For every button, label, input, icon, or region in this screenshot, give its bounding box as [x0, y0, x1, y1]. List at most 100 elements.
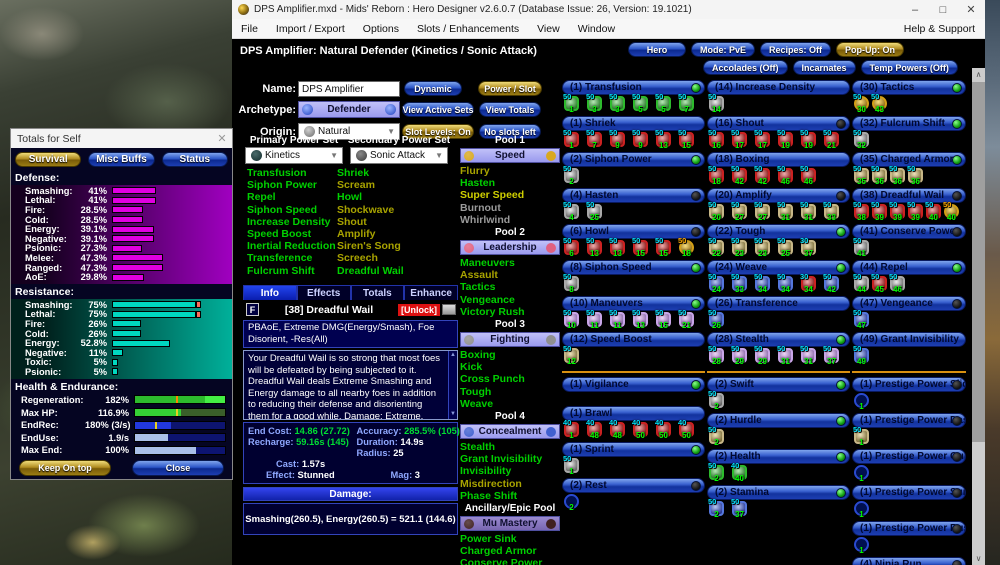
enhancement-slot[interactable]: 50 28	[708, 344, 724, 366]
enhancement-slot[interactable]: 50 16	[708, 128, 724, 150]
enhancement-slot[interactable]: 50 34	[777, 272, 793, 294]
enhancement-slot[interactable]: 50 19	[800, 128, 816, 150]
power-item-flurry[interactable]: Flurry	[460, 165, 560, 177]
power-item-siphon-speed[interactable]: Siphon Speed	[247, 204, 336, 216]
power-item-invisibility[interactable]: Invisibility	[460, 465, 560, 477]
power-bar[interactable]: (44) Repel	[852, 260, 966, 275]
scrollbar-up-icon[interactable]: ∧	[972, 68, 985, 81]
enhancement-slot[interactable]: 50 27	[731, 200, 747, 222]
enhancement-slot[interactable]: 50 42	[754, 164, 770, 186]
enhancement-slot[interactable]: 50 1	[563, 128, 579, 150]
power-item-tactics[interactable]: Tactics	[460, 281, 560, 293]
secondary-set-select[interactable]: Sonic Attack ▼	[350, 147, 448, 164]
mode-pve-button[interactable]: Mode: PvE	[691, 42, 756, 57]
tab-info[interactable]: Info	[243, 285, 297, 300]
enhancement-slot[interactable]: 50 31	[800, 200, 816, 222]
enhancement-slot[interactable]: 50 20	[708, 200, 724, 222]
power-bar[interactable]: (2) Health	[707, 449, 850, 464]
enhancement-slot[interactable]: 50 12	[563, 344, 579, 366]
enhancement-slot[interactable]: 40 50	[655, 418, 671, 440]
enhancement-slot[interactable]: 50 2	[708, 389, 724, 411]
pool-select-speed[interactable]: Speed	[460, 148, 560, 163]
enhancement-slot[interactable]: 50 13	[632, 308, 648, 330]
enhancement-slot[interactable]: 50 19	[777, 128, 793, 150]
power-item-grant-invisibility[interactable]: Grant Invisibility	[460, 453, 560, 465]
enhancement-slot[interactable]: 50 24	[708, 272, 724, 294]
enhancement-slot[interactable]: 50 15	[632, 236, 648, 258]
enhancement-slot[interactable]: 50 46	[889, 272, 905, 294]
enhancement-slot[interactable]: 40 50	[678, 418, 694, 440]
tab-enhance[interactable]: Enhance	[404, 285, 458, 300]
power-item-shriek[interactable]: Shriek	[337, 167, 404, 179]
incarnates-button[interactable]: Incarnates	[792, 60, 856, 75]
menu-view[interactable]: View	[528, 23, 569, 35]
primary-set-select[interactable]: Kinetics ▼	[245, 147, 343, 164]
enhancement-slot[interactable]: 50 31	[800, 344, 816, 366]
enhancement-slot[interactable]: 50 36	[907, 164, 923, 186]
enhancement-slot[interactable]: 50 22	[708, 236, 724, 258]
description-scrollbar[interactable]: ▲ ▼	[448, 351, 457, 419]
enhancement-slot[interactable]: 50 39	[889, 200, 905, 222]
enhancement-slot[interactable]: 50 30	[853, 92, 869, 114]
totals-tab-misc-buffs[interactable]: Misc Buffs	[88, 152, 155, 167]
power-item-conserve-power[interactable]: Conserve Power	[460, 557, 560, 565]
app-scrollbar[interactable]: ∧ ∨	[972, 68, 985, 565]
power-item-siren-s-song[interactable]: Siren's Song	[337, 240, 404, 252]
enhancement-slot[interactable]: 50 4	[563, 200, 579, 222]
enhancement-slot[interactable]: 50 1	[563, 92, 579, 114]
enhancement-slot[interactable]: 50 2	[708, 497, 724, 519]
enhancement-slot[interactable]: 50 2	[563, 164, 579, 186]
power-bar[interactable]: (1) Prestige Power Quick	[852, 449, 966, 464]
power-bar[interactable]: (2) Swift	[707, 377, 850, 392]
power-item-charged-armor[interactable]: Charged Armor	[460, 545, 560, 557]
power-bar[interactable]: (26) Transference	[707, 296, 850, 311]
power-item-speed-boost[interactable]: Speed Boost	[247, 228, 336, 240]
power-bar[interactable]: (2) Stamina	[707, 485, 850, 500]
enhancement-slot[interactable]: 50 23	[731, 236, 747, 258]
power-bar[interactable]: (32) Fulcrum Shift	[852, 116, 966, 131]
enhancement-slot[interactable]: 50 29	[754, 344, 770, 366]
scrollbar-down-icon[interactable]: ∨	[972, 552, 985, 565]
power-item-increase-density[interactable]: Increase Density	[247, 216, 336, 228]
enhancement-slot[interactable]: 50 15	[678, 128, 694, 150]
enhancement-slot[interactable]: 50 42	[731, 164, 747, 186]
enhancement-slot[interactable]: 50 13	[609, 236, 625, 258]
power-item-assault[interactable]: Assault	[460, 269, 560, 281]
power-item-dreadful-wail[interactable]: Dreadful Wail	[337, 265, 404, 277]
power-item-hasten[interactable]: Hasten	[460, 177, 560, 189]
enhancement-slot[interactable]: 50 18	[678, 236, 694, 258]
enhancement-slot[interactable]: 50 25	[586, 200, 602, 222]
power-item-shockwave[interactable]: Shockwave	[337, 204, 404, 216]
enhancement-slot[interactable]: 50 7	[586, 128, 602, 150]
menu-file[interactable]: File	[232, 23, 267, 35]
enhancement-slot[interactable]: 50 44	[853, 272, 869, 294]
power-bar[interactable]: (47) Vengeance	[852, 296, 966, 311]
enhancement-slot[interactable]: 50 27	[754, 200, 770, 222]
enhancement-slot[interactable]: 50 41	[853, 236, 869, 258]
power-item-phase-shift[interactable]: Phase Shift	[460, 490, 560, 502]
recipes-off-button[interactable]: Recipes: Off	[760, 42, 832, 57]
enhancement-slot[interactable]: 50 1	[853, 425, 869, 447]
power-item-power-sink[interactable]: Power Sink	[460, 533, 560, 545]
close-button[interactable]: ✕	[957, 0, 985, 19]
enhancement-slot[interactable]: 50 49	[853, 344, 869, 366]
scrollbar-thumb[interactable]	[972, 82, 985, 442]
enhancement-slot[interactable]: 50 33	[731, 272, 747, 294]
enhancement-slot[interactable]: 50 1	[563, 454, 579, 476]
enhancement-slot[interactable]: 50 2	[708, 461, 724, 483]
power-bar[interactable]: (1) Sprint	[562, 442, 705, 457]
tab-effects[interactable]: Effects	[296, 285, 351, 300]
power-item-transference[interactable]: Transference	[247, 252, 336, 264]
enhancement-slot[interactable]: 50 36	[889, 164, 905, 186]
power-item-shout[interactable]: Shout	[337, 216, 404, 228]
view-active-sets-button[interactable]: View Active Sets	[402, 102, 474, 117]
power-bar[interactable]: (4) Hasten	[562, 188, 705, 203]
totals-close-button[interactable]: Close	[132, 460, 224, 476]
pool-select-concealment[interactable]: Concealment	[460, 424, 560, 440]
enhancement-slot[interactable]: 50 11	[609, 308, 625, 330]
enhancement-slot[interactable]: 40 48	[586, 418, 602, 440]
power-slot-button[interactable]: Power / Slot	[478, 81, 542, 96]
power-item-howl[interactable]: Howl	[337, 191, 404, 203]
unlock-button[interactable]: [Unlock]	[398, 303, 440, 316]
power-bar[interactable]: (2) Rest	[562, 478, 705, 493]
